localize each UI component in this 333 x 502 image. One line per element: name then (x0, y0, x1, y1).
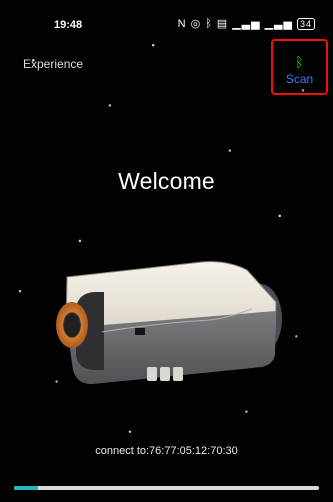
experience-link[interactable]: Experience (23, 57, 83, 71)
scan-button[interactable]: ᛒ Scan (271, 39, 328, 95)
nfc-icon: N (177, 17, 187, 30)
battery-indicator: 34 (296, 17, 315, 30)
alarm-icon: ◎ (190, 18, 202, 30)
signal-icon-2: ▁▃▅ (264, 18, 293, 30)
connect-status: connect to:76:77:05:12:70:30 (95, 445, 238, 457)
signal-icon: ▁▃▅ (232, 18, 261, 30)
scan-label: Scan (285, 72, 314, 86)
status-icons: N ◎ ᛒ ▤ ▁▃▅ ▁▃▅ 34 (178, 17, 315, 30)
bluetooth-icon: ᛒ (205, 17, 213, 30)
status-time: 19:48 (54, 19, 83, 31)
progress-fill (14, 486, 39, 490)
app-screen: 19:48 N ◎ ᛒ ▤ ▁▃▅ ▁▃▅ 34 Experience ᛒ Sc… (0, 0, 333, 502)
status-bar: 19:48 N ◎ ᛒ ▤ ▁▃▅ ▁▃▅ 34 (0, 0, 333, 40)
home-indicator-bar (14, 486, 319, 490)
bluetooth-icon: ᛒ (295, 54, 304, 70)
heater-image (56, 261, 282, 385)
welcome-heading: Welcome (118, 168, 215, 194)
hd-icon: ▤ (216, 18, 229, 30)
